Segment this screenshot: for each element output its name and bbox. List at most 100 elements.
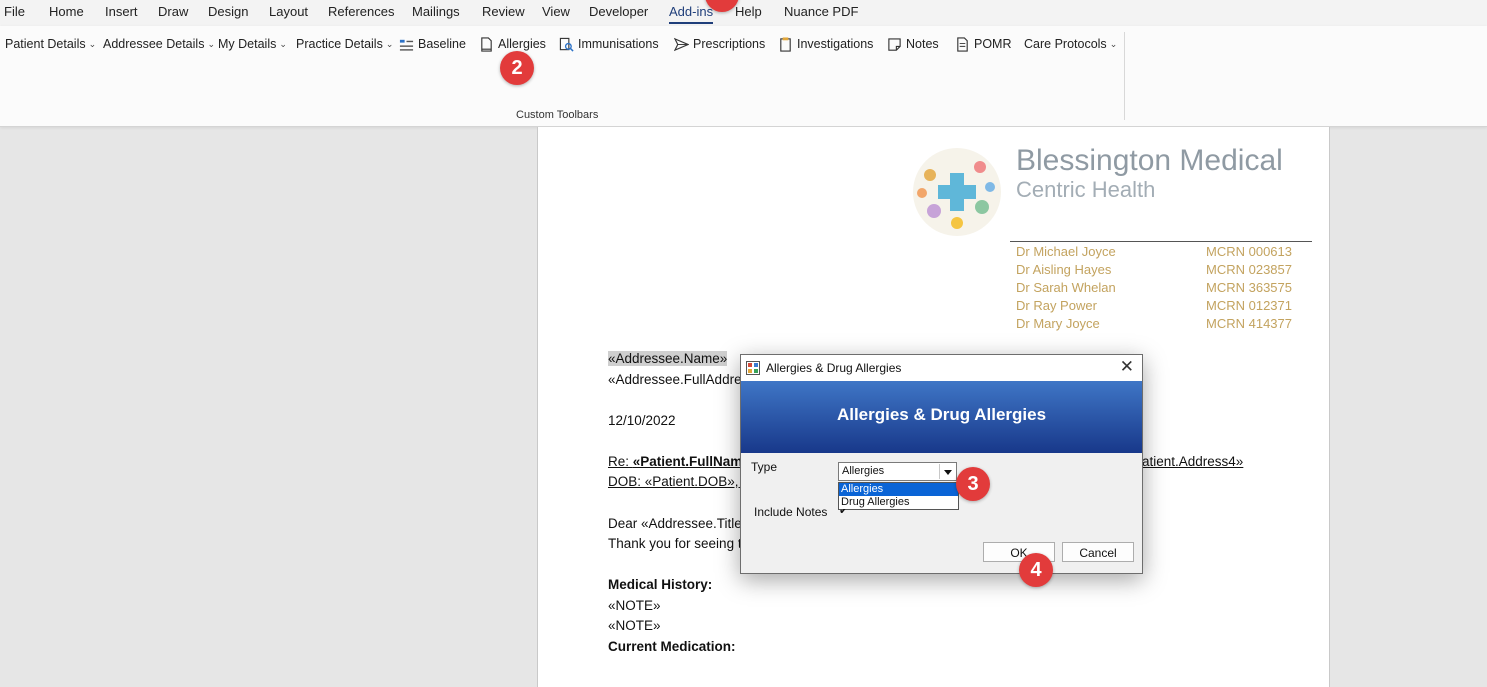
letterhead-divider [1010,241,1312,242]
addressee-name-text: «Addressee.Name» [608,351,728,366]
doctor-mcrn: MCRN 023857 [1206,262,1292,277]
letter-date: 12/10/2022 [608,413,676,428]
step-badge-2: 2 [500,51,534,85]
doctor-name: Dr Michael Joyce [1016,244,1116,259]
patient-fullname-field[interactable]: «Patient.FullName [633,454,750,469]
close-icon[interactable]: ✕ [1120,358,1134,376]
doctor-row: Dr Aisling Hayes MCRN 023857 [1016,262,1296,277]
tab-mailings[interactable]: Mailings [412,4,460,19]
chevron-down-icon: ⌄ [88,38,97,49]
addressee-details-label: Addressee Details [103,37,205,51]
practice-logo [913,148,1001,236]
ribbon-tab-bar: File Home Insert Draw Design Layout Refe… [0,0,1487,26]
re-line: Re: «Patient.FullName [608,454,750,469]
prescriptions-label: Prescriptions [693,37,766,51]
doctor-mcrn: MCRN 012371 [1206,298,1292,313]
doctor-row: Dr Mary Joyce MCRN 414377 [1016,316,1296,331]
option-drug-allergies[interactable]: Drug Allergies [839,496,958,509]
tab-insert[interactable]: Insert [105,4,138,19]
pomr-button[interactable]: POMR [955,35,1012,53]
doctor-row: Dr Sarah Whelan MCRN 363575 [1016,280,1296,295]
immunisations-button[interactable]: Immunisations [559,35,659,53]
note-field[interactable]: «NOTE» [608,598,661,613]
doctor-mcrn: MCRN 414377 [1206,316,1292,331]
tab-review[interactable]: Review [482,4,525,19]
document-icon [481,36,492,52]
intro-line: Thank you for seeing t [608,536,742,551]
prescriptions-button[interactable]: Prescriptions [674,35,765,53]
patient-details-button[interactable]: Patient Details ⌄ [5,35,96,53]
allergies-dialog: Allergies & Drug Allergies ✕ Allergies &… [740,354,1143,574]
investigations-button[interactable]: Investigations [778,35,873,53]
my-details-label: My Details [218,37,277,51]
baseline-button[interactable]: Baseline [399,35,466,53]
doctor-row: Dr Ray Power MCRN 012371 [1016,298,1296,313]
tab-home[interactable]: Home [49,4,84,19]
note-field[interactable]: «NOTE» [608,618,661,633]
option-allergies[interactable]: Allergies [839,483,958,496]
doctor-mcrn: MCRN 000613 [1206,244,1292,259]
re-prefix: Re: [608,454,633,469]
type-select[interactable]: Allergies [838,462,957,481]
tab-layout[interactable]: Layout [269,4,308,19]
document-icon [957,36,968,52]
dialog-title: Allergies & Drug Allergies [766,361,902,375]
patient-address-field[interactable]: atient.Address4» [1142,454,1243,469]
tab-view[interactable]: View [542,4,570,19]
pomr-label: POMR [974,37,1012,51]
cancel-button[interactable]: Cancel [1062,542,1134,562]
tab-help[interactable]: Help [735,4,762,19]
ribbon-group-label: Custom Toolbars [516,109,599,121]
baseline-label: Baseline [418,37,466,51]
app-window-icon [746,361,760,375]
doctor-name: Dr Aisling Hayes [1016,262,1112,277]
include-notes-checkbox[interactable]: ✔ [839,509,850,513]
medical-history-heading: Medical History: [608,577,713,592]
practice-details-label: Practice Details [296,37,383,51]
note-icon [888,37,901,51]
addressee-name-field[interactable]: «Addressee.Name» [608,351,728,366]
chevron-down-icon: ⌄ [279,38,287,49]
notes-button[interactable]: Notes [887,35,939,53]
doctor-mcrn: MCRN 363575 [1206,280,1292,295]
clipboard-icon [780,36,791,52]
my-details-button[interactable]: My Details ⌄ [218,35,287,53]
type-select-value: Allergies [842,465,885,477]
tab-add-ins[interactable]: Add-ins [669,4,714,24]
practice-name: Blessington Medical [1016,144,1283,177]
dialog-banner: Allergies & Drug Allergies [741,381,1142,453]
dob-line: DOB: «Patient.DOB», T [608,474,751,489]
doctor-name: Dr Ray Power [1016,298,1097,313]
tab-draw[interactable]: Draw [158,4,188,19]
patient-details-label: Patient Details [5,37,86,51]
care-protocols-button[interactable]: Care Protocols ⌄ [1024,35,1117,53]
tab-design[interactable]: Design [208,4,248,19]
type-dropdown-list: Allergies Drug Allergies [838,482,959,510]
tab-file[interactable]: File [4,4,25,19]
doctor-name: Dr Sarah Whelan [1016,280,1116,295]
practice-details-button[interactable]: Practice Details ⌄ [296,35,393,53]
addressee-details-button[interactable]: Addressee Details ⌄ [103,35,215,53]
type-label: Type [751,460,778,474]
chevron-down-icon: ⌄ [1109,38,1118,49]
care-protocols-label: Care Protocols [1024,37,1107,51]
paper-plane-icon [674,37,689,51]
salutation: Dear «Addressee.Title [608,516,742,531]
dialog-heading: Allergies & Drug Allergies [836,405,1047,424]
syringe-icon [559,37,574,52]
allergies-button[interactable]: Allergies [479,35,546,53]
tab-developer[interactable]: Developer [589,4,648,19]
chevron-down-icon: ⌄ [385,38,394,49]
doctor-name: Dr Mary Joyce [1016,316,1100,331]
tab-nuance-pdf[interactable]: Nuance PDF [784,4,858,19]
investigations-label: Investigations [797,37,874,51]
step-badge-3: 3 [956,467,990,501]
immunisations-label: Immunisations [578,37,659,51]
addressee-address-field[interactable]: «Addressee.FullAddre [608,372,742,387]
doctor-row: Dr Michael Joyce MCRN 000613 [1016,244,1296,259]
ribbon-group-divider [1124,32,1125,120]
chevron-down-icon[interactable] [939,464,955,479]
tab-references[interactable]: References [328,4,394,19]
dialog-titlebar[interactable]: Allergies & Drug Allergies ✕ [741,355,1142,381]
notes-label: Notes [906,37,939,51]
